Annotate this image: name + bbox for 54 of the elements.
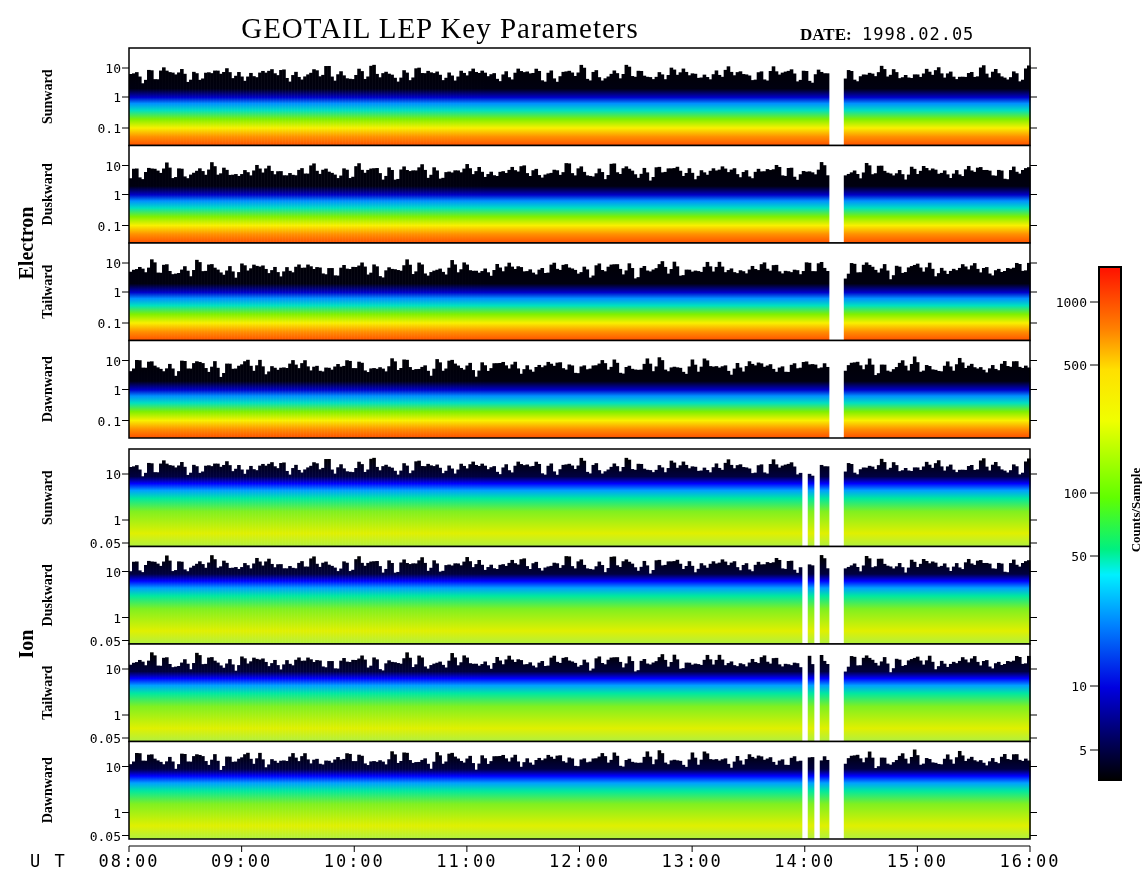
- y-tick-label: 0.05: [89, 536, 121, 551]
- y-tick-label: 0.1: [97, 218, 121, 234]
- group-label: Electron: [15, 206, 37, 280]
- panel-label: Sunward: [40, 470, 55, 525]
- panel-label: Dawnward: [40, 757, 55, 824]
- y-tick-label: 1: [113, 610, 121, 626]
- y-tick-label: 1: [113, 805, 121, 821]
- y-tick-label: 1: [113, 513, 121, 528]
- date-value: 1998.02.05: [862, 24, 975, 44]
- colorbar-tick-label: 1000: [1055, 295, 1087, 310]
- y-tick-label: 10: [105, 256, 121, 271]
- plot-title: GEOTAIL LEP Key Parameters: [241, 12, 639, 44]
- panel-label: Duskward: [40, 564, 55, 627]
- y-tick-label: 0.05: [89, 633, 121, 649]
- x-tick-label: 15:00: [886, 851, 948, 871]
- x-axis-label: U T: [30, 851, 67, 871]
- y-tick-label: 0.05: [89, 731, 121, 746]
- x-tick-label: 12:00: [548, 851, 611, 871]
- date-label: DATE:: [800, 25, 852, 44]
- x-tick-label: 14:00: [774, 851, 836, 871]
- y-tick-label: 10: [105, 61, 121, 76]
- x-tick-label: 11:00: [436, 851, 498, 871]
- y-tick-label: 0.1: [97, 316, 121, 331]
- y-tick-label: 1: [113, 187, 121, 203]
- x-tick-label: 09:00: [211, 851, 273, 871]
- x-tick-label: 13:00: [661, 851, 723, 871]
- panel-label: Dawnward: [40, 356, 55, 423]
- x-tick-label: 08:00: [98, 851, 160, 871]
- x-tick-label: 16:00: [999, 851, 1061, 871]
- panel-label: Sunward: [40, 69, 55, 124]
- y-tick-label: 1: [113, 285, 121, 300]
- x-tick-label: 10:00: [323, 851, 385, 871]
- panel-label: Tailward: [40, 264, 55, 319]
- colorbar-title: Counts/Sample: [1128, 467, 1142, 553]
- y-tick-label: 1: [113, 708, 121, 723]
- colorbar-tick-label: 10: [1071, 679, 1087, 694]
- y-tick-label: 10: [105, 353, 121, 369]
- colorbar-tick-label: 5: [1079, 743, 1087, 758]
- y-tick-label: 0.1: [97, 121, 121, 136]
- y-tick-label: 10: [105, 467, 121, 482]
- colorbar-tick-label: 50: [1071, 549, 1087, 564]
- colorbar-tick-label: 500: [1063, 358, 1087, 373]
- y-tick-label: 0.1: [97, 413, 121, 429]
- y-tick-label: 10: [105, 759, 121, 775]
- y-tick-label: 1: [113, 90, 121, 105]
- panel-label: Tailward: [40, 665, 55, 720]
- y-tick-label: 0.05: [89, 828, 121, 844]
- y-tick-label: 10: [105, 158, 121, 174]
- y-tick-label: 10: [105, 564, 121, 580]
- colorbar-tick-label: 100: [1063, 486, 1087, 501]
- y-tick-label: 1: [113, 382, 121, 398]
- panel-label: Duskward: [40, 163, 55, 226]
- group-label: Ion: [15, 629, 37, 659]
- y-tick-label: 10: [105, 662, 121, 677]
